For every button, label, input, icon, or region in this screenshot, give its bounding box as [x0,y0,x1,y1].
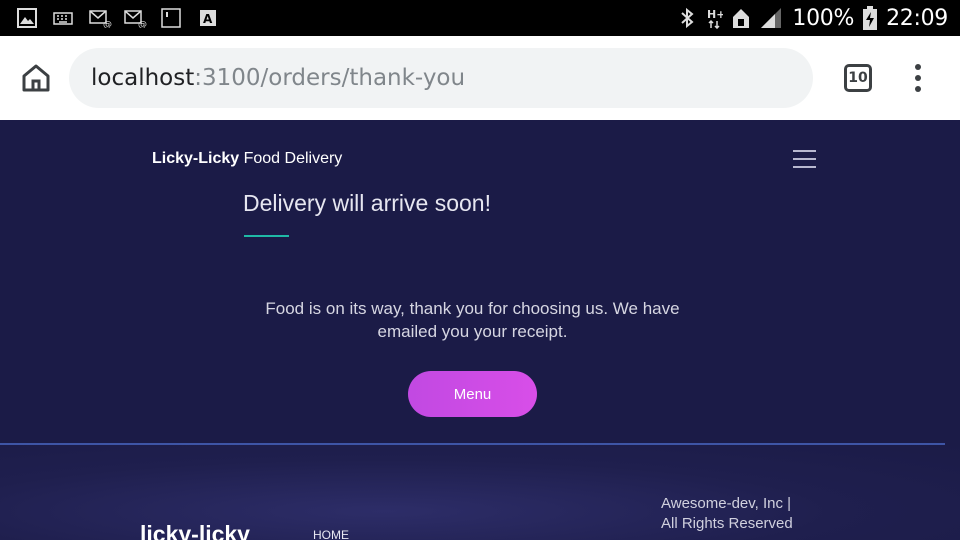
sim-notification-icon [161,8,181,28]
url-text[interactable]: localhost:3100/orders/thank-you [91,48,465,108]
svg-text:A: A [203,12,213,26]
hamburger-menu-icon[interactable] [793,150,816,168]
page-title: Delivery will arrive soon! [243,190,491,216]
copyright-text: Awesome-dev, Inc | All Rights Reserved [661,495,793,532]
site-brand[interactable]: Licky-Licky Food Delivery [152,150,342,168]
home-icon[interactable] [20,62,52,94]
tab-switcher-button[interactable]: 10 [844,64,872,92]
status-bar: @ @ A H+ 100% 22:09 [0,0,960,36]
svg-text:@: @ [103,20,112,28]
bluetooth-icon [681,7,694,29]
svg-text:H+: H+ [707,8,723,21]
menu-button[interactable]: Menu [408,371,537,417]
brand-subtitle: Food Delivery [239,150,343,167]
hplus-data-icon: H+ [707,8,723,29]
address-bar[interactable]: localhost:3100/orders/thank-you [69,48,813,108]
home-network-icon [733,9,750,28]
battery-percent: 100% [792,5,855,31]
battery-charging-icon [863,6,878,30]
confirmation-message: Food is on its way, thank you for choosi… [265,299,680,341]
email-notification-icon: @ [89,10,112,28]
gallery-notification-icon [17,8,37,28]
app-notification-icon: A [200,10,216,26]
footer-logo: licky-licky [140,521,250,540]
footer: licky-licky HOME Awesome-dev, Inc | All … [0,445,960,540]
clock: 22:09 [886,5,948,31]
footer-link-home[interactable]: HOME [313,528,349,540]
url-path: :3100/orders/thank-you [194,65,466,91]
signal-strength-icon [761,8,782,28]
brand-name: Licky-Licky [152,150,240,167]
keyboard-notification-icon [53,12,73,25]
email-notification-icon: @ [124,10,147,28]
web-page: Licky-Licky Food Delivery Delivery will … [0,120,960,540]
svg-text:@: @ [138,20,147,28]
more-options-icon[interactable] [908,64,928,92]
browser-toolbar: localhost:3100/orders/thank-you 10 [0,36,960,120]
url-host: localhost [91,65,195,91]
title-underline [244,235,289,237]
